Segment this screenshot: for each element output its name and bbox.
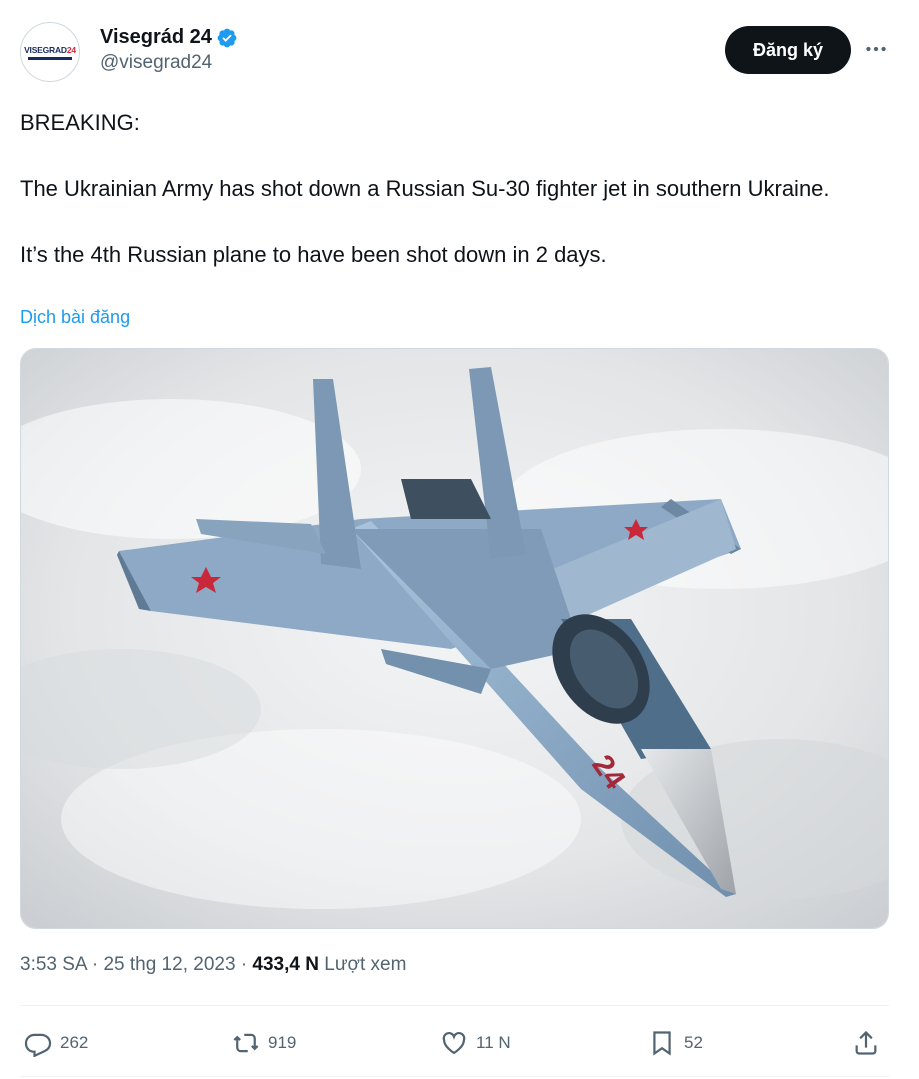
- share-button[interactable]: [852, 1022, 880, 1064]
- reply-icon: [24, 1033, 52, 1057]
- repost-button[interactable]: 919: [232, 1022, 296, 1064]
- divider: [20, 1005, 889, 1006]
- more-options-icon[interactable]: [863, 36, 889, 62]
- bookmark-button[interactable]: 52: [648, 1022, 703, 1064]
- verified-badge-icon: [217, 28, 237, 47]
- meta-separator: ·: [91, 954, 104, 975]
- reply-count: 262: [60, 1033, 89, 1052]
- avatar[interactable]: VISEGRAD24: [20, 22, 80, 82]
- like-button[interactable]: 11 N: [440, 1022, 511, 1064]
- tweet-text: BREAKING: The Ukrainian Army has shot do…: [20, 106, 880, 271]
- author-names: Visegrád 24 @visegrad24: [100, 26, 238, 74]
- views-count: 433,4 N: [252, 954, 319, 975]
- tweet-image[interactable]: 24: [20, 348, 889, 929]
- tweet-meta: 3:53 SA · 25 thg 12, 2023 · 433,4 N Lượt…: [20, 954, 406, 976]
- display-name-row: Visegrád 24: [100, 26, 238, 49]
- tweet-date[interactable]: 25 thg 12, 2023: [103, 954, 235, 975]
- tweet-header: VISEGRAD24 Visegrád 24 @visegrad24 Đăng …: [20, 22, 890, 84]
- tweet-paragraph: BREAKING:: [20, 110, 140, 135]
- subscribe-button[interactable]: Đăng ký: [725, 26, 851, 74]
- views-label: Lượt xem: [324, 954, 407, 975]
- heart-icon: [442, 1032, 466, 1055]
- tweet-paragraph: The Ukrainian Army has shot down a Russi…: [20, 176, 830, 201]
- translate-post-link[interactable]: Dịch bài đăng: [20, 307, 130, 328]
- tweet-paragraph: It’s the 4th Russian plane to have been …: [20, 242, 607, 267]
- repost-icon: [233, 1033, 259, 1053]
- tweet-time[interactable]: 3:53 SA: [20, 954, 87, 975]
- bookmark-icon: [653, 1031, 671, 1056]
- fighter-jet-photo: 24: [21, 349, 888, 928]
- display-name[interactable]: Visegrád 24: [100, 26, 212, 49]
- handle[interactable]: @visegrad24: [100, 52, 238, 74]
- meta-separator: ·: [240, 954, 253, 975]
- bookmark-count: 52: [684, 1033, 703, 1052]
- like-count: 11 N: [476, 1033, 511, 1052]
- share-icon: [855, 1030, 877, 1055]
- avatar-logo-bar: [28, 56, 72, 60]
- action-bar: 262 919 11 N 52: [20, 1022, 889, 1064]
- avatar-logo: VISEGRAD24: [24, 44, 76, 55]
- reply-button[interactable]: 262: [24, 1022, 88, 1064]
- repost-count: 919: [268, 1033, 297, 1052]
- divider: [20, 1076, 889, 1077]
